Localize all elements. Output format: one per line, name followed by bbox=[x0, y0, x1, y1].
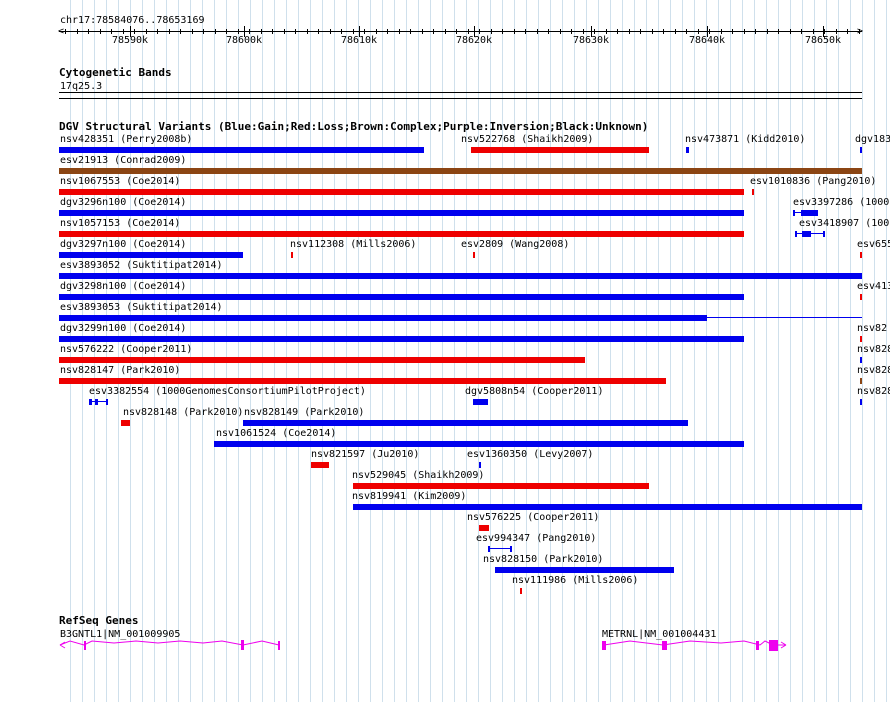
strand-arrow bbox=[59, 644, 66, 649]
gene-model-b3gntl1[interactable] bbox=[59, 640, 280, 650]
exon bbox=[662, 641, 667, 650]
exon bbox=[769, 640, 778, 651]
exon bbox=[602, 641, 606, 650]
gene-model-metrnl[interactable] bbox=[602, 640, 787, 651]
intron-line bbox=[59, 640, 280, 646]
genome-browser-view: chr17:78584076..78653169 78590k 78600k 786… bbox=[0, 0, 890, 702]
exon bbox=[84, 641, 86, 650]
exon bbox=[241, 640, 244, 650]
exon bbox=[756, 641, 759, 650]
gene-models[interactable] bbox=[0, 0, 890, 702]
exon bbox=[278, 641, 280, 650]
